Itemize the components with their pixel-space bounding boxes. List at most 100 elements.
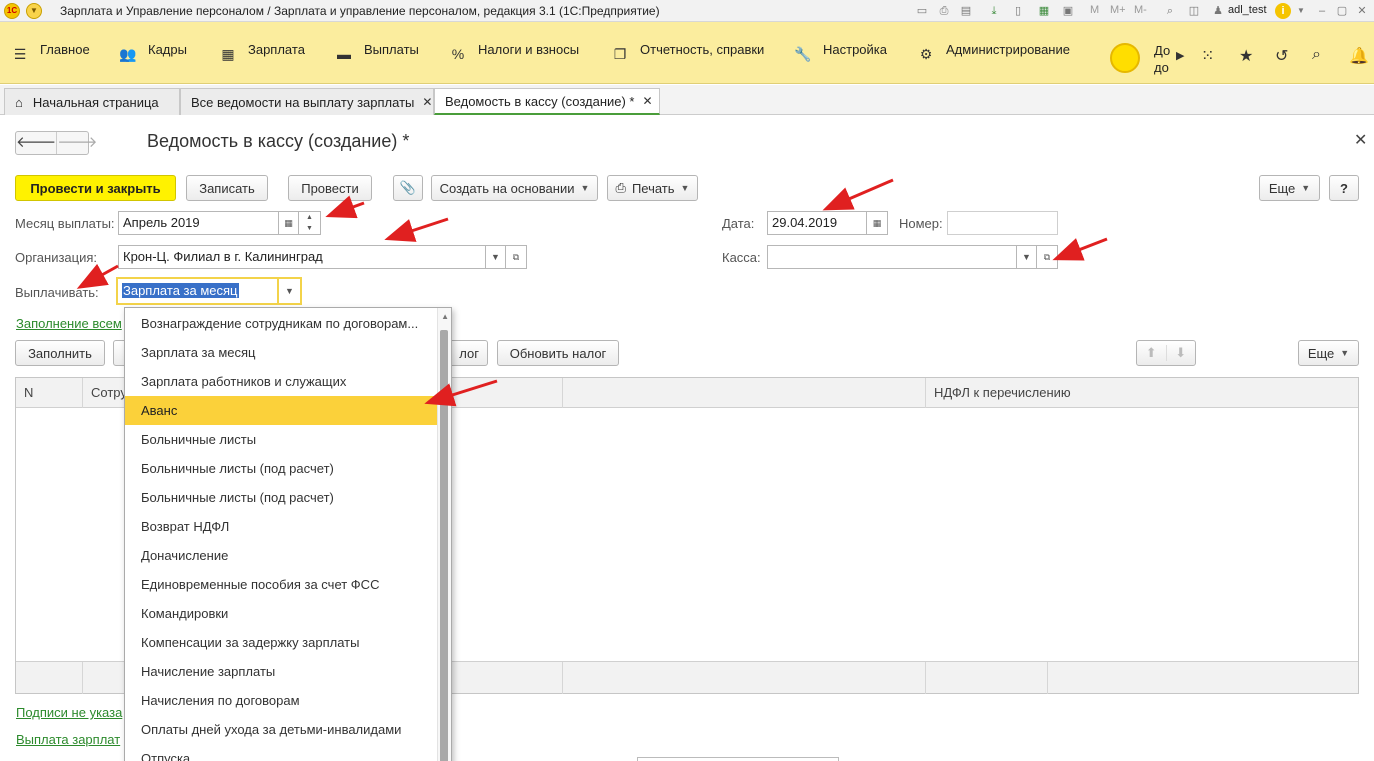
truncated-menu-label[interactable]: До до — [1154, 42, 1170, 76]
month-input[interactable]: Апрель 2019 — [118, 211, 279, 235]
calculator-icon[interactable]: ▦ — [1036, 3, 1052, 19]
create-based-on-button[interactable]: Создать на основании ▼ — [431, 175, 598, 201]
menu-item-settings[interactable]: 🔧 Настройка — [793, 22, 887, 84]
preview-icon[interactable]: ▤ — [958, 3, 974, 19]
chevron-down-icon[interactable]: ▼ — [1293, 3, 1309, 19]
scrollbar-thumb[interactable] — [440, 330, 448, 761]
save-button[interactable]: Записать — [186, 175, 268, 201]
more-button[interactable]: Еще ▼ — [1259, 175, 1320, 201]
chevron-down-icon[interactable]: ▼ — [486, 245, 506, 269]
date-input[interactable]: 29.04.2019 — [767, 211, 867, 235]
close-tab-icon[interactable]: ✕ — [643, 94, 653, 108]
dropdown-item[interactable]: Оплаты дней ухода за детьми-инвалидами — [125, 715, 437, 744]
forward-arrow-icon[interactable]: 🡒 — [56, 132, 97, 154]
move-down-icon[interactable]: ⬇ — [1165, 345, 1196, 361]
apps-grid-icon[interactable]: ⁙ — [1201, 46, 1214, 66]
calendar-icon[interactable]: ▣ — [1060, 3, 1076, 19]
chevron-down-icon[interactable]: ▼ — [279, 277, 302, 305]
dropdown-item[interactable]: Компенсации за задержку зарплаты — [125, 628, 437, 657]
memory-button[interactable]: M — [1090, 4, 1099, 16]
back-arrow-icon[interactable]: 🡐 — [16, 132, 56, 154]
post-and-close-button[interactable]: Провести и закрыть — [15, 175, 176, 201]
dropdown-item[interactable]: Начисление зарплаты — [125, 657, 437, 686]
memory-plus-button[interactable]: M+ — [1110, 4, 1126, 16]
dropdown-item[interactable]: Вознаграждение сотрудникам по договорам.… — [125, 309, 437, 338]
tab-cash-payroll[interactable]: Ведомость в кассу (создание) * ✕ — [434, 88, 660, 115]
fill-all-link[interactable]: Заполнение всем — [16, 316, 122, 331]
update-tax-button[interactable]: Обновить налог — [497, 340, 619, 366]
caret-right-icon[interactable]: ▶ — [1176, 49, 1184, 62]
scroll-up-icon[interactable]: ▲ — [441, 312, 449, 321]
calendar-icon[interactable]: ▦ — [279, 211, 299, 235]
close-window-icon[interactable]: ✕ — [1354, 3, 1370, 19]
open-icon[interactable]: ⧉ — [506, 245, 527, 269]
pay-type-input[interactable]: Зарплата за месяц — [116, 277, 279, 305]
annotation-arrow — [325, 195, 365, 219]
menu-item-main[interactable]: ☰ Главное — [10, 22, 90, 84]
dropdown-item-highlighted[interactable]: Аванс — [125, 396, 437, 425]
download-icon[interactable]: ⤓ — [986, 3, 1002, 19]
star-icon[interactable]: ★ — [1239, 46, 1253, 66]
tab-all-payrolls[interactable]: Все ведомости на выплату зарплаты ✕ — [180, 88, 434, 115]
pay-type-dropdown-list[interactable]: Вознаграждение сотрудникам по договорам.… — [124, 307, 452, 761]
close-tab-icon[interactable]: ✕ — [422, 95, 432, 109]
column-header-n[interactable]: N — [16, 378, 83, 408]
dropdown-item[interactable]: Доначисление — [125, 541, 437, 570]
open-icon[interactable]: ⧉ — [1037, 245, 1058, 269]
minimize-icon[interactable]: – — [1314, 3, 1330, 19]
menu-item-payments[interactable]: ▬ Выплаты — [334, 22, 419, 84]
dropdown-item[interactable]: Зарплата работников и служащих — [125, 367, 437, 396]
column-header-ndfl[interactable]: НДФЛ к перечислению — [926, 378, 1358, 408]
menu-item-taxes[interactable]: % Налоги и взносы — [448, 22, 579, 84]
cash-input[interactable] — [767, 245, 1017, 269]
close-form-icon[interactable]: ✕ — [1354, 130, 1367, 150]
payout-link[interactable]: Выплата зарплат — [16, 732, 120, 747]
menu-item-label: Налоги и взносы — [478, 42, 580, 57]
menu-item-admin[interactable]: ⚙ Администрирование — [916, 22, 1070, 84]
dropdown-item[interactable]: Больничные листы — [125, 425, 437, 454]
move-up-icon[interactable]: ⬆ — [1137, 345, 1166, 361]
print-icon[interactable]: ⎙ — [936, 3, 952, 19]
menu-item-reports[interactable]: ❐ Отчетность, справки — [610, 22, 765, 84]
column-header-blank[interactable] — [563, 378, 926, 408]
post-button[interactable]: Провести — [288, 175, 372, 201]
dropdown-item[interactable]: Зарплата за месяц — [125, 338, 437, 367]
number-input[interactable] — [947, 211, 1058, 235]
dropdown-item[interactable]: Командировки — [125, 599, 437, 628]
dropdown-item[interactable]: Единовременные пособия за счет ФСС — [125, 570, 437, 599]
truncated-line-1: До — [1154, 43, 1171, 58]
sun-icon[interactable] — [1110, 43, 1140, 73]
bell-icon[interactable]: 🔔 — [1349, 46, 1369, 66]
attach-button[interactable]: 📎 — [393, 175, 423, 201]
print-button[interactable]: ⎙ Печать ▼ — [607, 175, 698, 201]
fill-button[interactable]: Заполнить — [15, 340, 105, 366]
maximize-icon[interactable]: ▢ — [1334, 3, 1350, 19]
help-button[interactable]: ? — [1329, 175, 1359, 201]
info-icon[interactable]: i — [1275, 3, 1291, 19]
memory-minus-button[interactable]: M- — [1134, 4, 1147, 16]
menu-item-salary[interactable]: ▦ Зарплата — [218, 22, 305, 84]
dropdown-item[interactable]: Начисления по договорам — [125, 686, 437, 715]
main-menu-dropdown-icon[interactable]: ▼ — [26, 3, 42, 19]
history-icon[interactable]: ↺ — [1275, 46, 1288, 66]
organization-input[interactable]: Крон-Ц. Филиал в г. Калининград — [118, 245, 486, 269]
panel-icon[interactable]: ◫ — [1186, 3, 1202, 19]
table-more-button[interactable]: Еще ▼ — [1298, 340, 1359, 366]
dropdown-item[interactable]: Больничные листы (под расчет) — [125, 454, 437, 483]
dropdown-item[interactable]: Возврат НДФЛ — [125, 512, 437, 541]
dropdown-scrollbar[interactable]: ▲ — [437, 308, 451, 761]
signatures-link[interactable]: Подписи не указа — [16, 705, 122, 720]
save-icon[interactable]: ▭ — [914, 3, 930, 19]
menu-item-hr[interactable]: 👥 Кадры — [118, 22, 187, 84]
tab-home[interactable]: ⌂ Начальная страница — [4, 88, 180, 115]
month-stepper[interactable]: ▲ ▼ — [299, 211, 321, 235]
zoom-icon[interactable]: ⌕ — [1162, 3, 1178, 19]
dropdown-item[interactable]: Больничные листы (под расчет) — [125, 483, 437, 512]
user-name[interactable]: adl_test — [1228, 4, 1267, 16]
partial-field[interactable] — [637, 757, 839, 761]
chevron-down-icon[interactable]: ▼ — [1017, 245, 1037, 269]
search-icon[interactable]: ⌕ — [1312, 46, 1321, 64]
copy-icon[interactable]: ▯ — [1010, 3, 1026, 19]
dropdown-item[interactable]: Отпуска — [125, 744, 437, 761]
calendar-icon[interactable]: ▦ — [867, 211, 888, 235]
